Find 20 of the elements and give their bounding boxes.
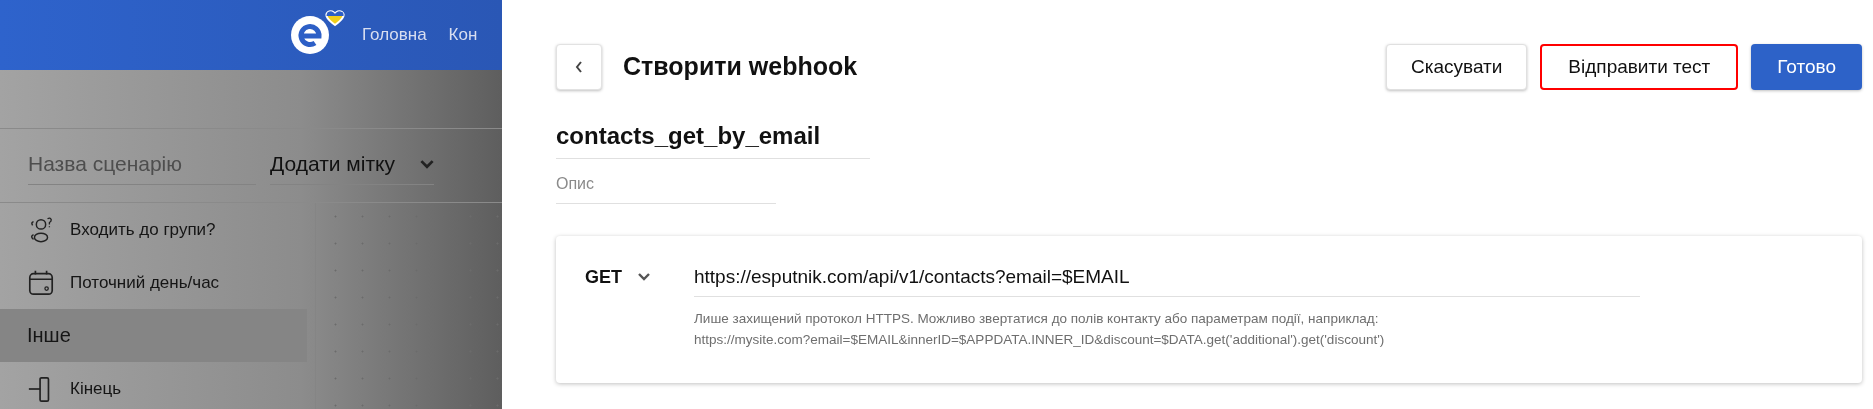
done-button[interactable]: Готово [1751, 43, 1862, 90]
hint-text: Лише захищений протокол HTTPS. Можливо звертатися до полів контакту або параметрам події, наприклад: [694, 311, 1380, 326]
nav-link[interactable]: Головна [362, 25, 427, 45]
scenario-name-field[interactable]: Назва сценарію [28, 146, 256, 185]
chevron-down-icon [638, 273, 650, 281]
method-dropdown[interactable]: GET [585, 262, 694, 292]
dialog-title: Створити webhook [623, 52, 859, 81]
chevron-left-icon [575, 60, 583, 73]
tag-dropdown[interactable]: Додати мітку [270, 146, 434, 185]
calendar-icon [27, 268, 55, 297]
sidebar-item[interactable]: Кінець [0, 362, 307, 409]
logo-icon[interactable] [288, 9, 348, 55]
send-test-button[interactable]: Відправити тест [1540, 43, 1739, 90]
cancel-button[interactable]: Скасувати [1386, 43, 1528, 90]
example-url-text: https://mysite.com?email=$EMAIL&innerID=$APPDATA.INNER_ID&discount=$DATA.get('additional').get('discount') [694, 332, 1386, 347]
chevron-down-icon [420, 159, 434, 169]
sidebar-item[interactable]: Поточний день/час [0, 256, 307, 309]
nav-link[interactable]: Кон [448, 25, 478, 45]
category-row[interactable]: Інше [0, 309, 307, 362]
sidebar-item[interactable]: Входить до групи? [0, 203, 307, 256]
